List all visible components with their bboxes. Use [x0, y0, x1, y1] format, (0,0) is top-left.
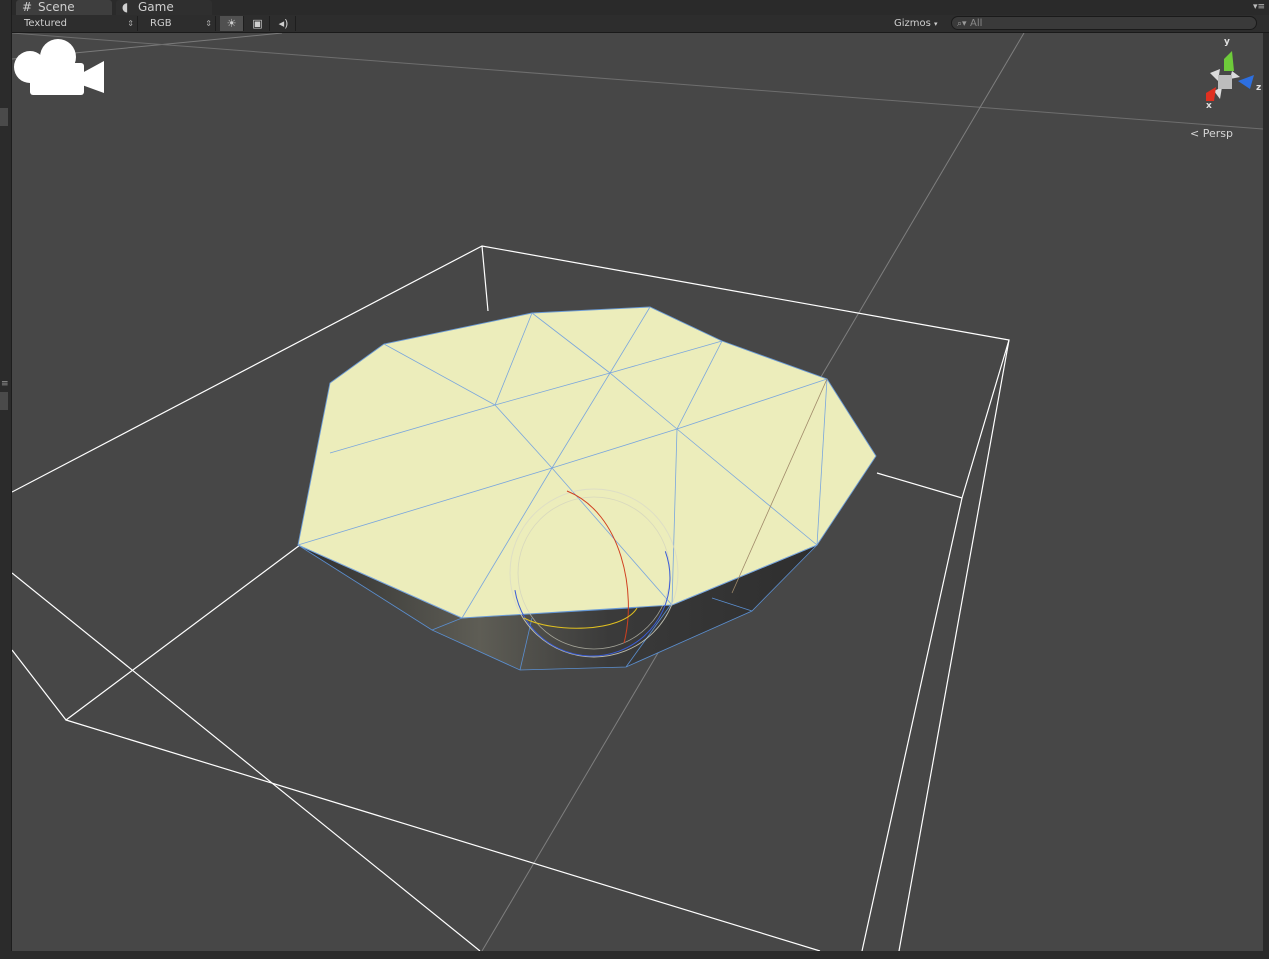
scene-fx-toggle[interactable]: ▣: [246, 16, 270, 31]
pacman-icon: ◖: [122, 0, 129, 14]
panel-menu-icon[interactable]: ≡: [1, 380, 9, 389]
speaker-icon: ◂): [278, 17, 289, 30]
tab-bar: # Scene ◖ Game ▾≡: [12, 0, 1269, 16]
hierarchy-search-input[interactable]: ⌕▾ All: [951, 16, 1257, 30]
bounds-box-edge: [861, 497, 963, 951]
bounds-box-edge: [65, 719, 821, 951]
bottom-panel-edge: [0, 951, 1269, 959]
sun-icon: ☀: [226, 17, 237, 30]
projection-label: Persp: [1202, 127, 1233, 140]
updown-arrow-icon: ⇕: [205, 19, 212, 28]
bounds-box-edge: [481, 245, 489, 312]
color-mode-value: RGB: [150, 18, 172, 29]
axis-x-label: x: [1206, 101, 1212, 111]
scene-orientation-gizmo[interactable]: y z x: [1184, 37, 1263, 121]
panel-strip: [0, 392, 8, 410]
bounds-box-edge: [12, 572, 481, 951]
color-mode-dropdown[interactable]: RGB ⇕: [138, 16, 216, 31]
scene-toolbar: Textured ⇕ RGB ⇕ ☀ ▣ ◂) Gizmos ▾ ⌕▾ All: [12, 15, 1269, 33]
panel-options-icon[interactable]: ▾≡: [1253, 2, 1265, 12]
axis-y-label: y: [1224, 37, 1230, 47]
axis-gizmo-graphic: [1206, 51, 1254, 101]
render-mode-value: Textured: [24, 18, 67, 29]
tab-game[interactable]: ◖ Game: [116, 0, 212, 15]
bounds-box-edge: [12, 544, 301, 721]
persp-icon: <: [1190, 127, 1200, 140]
chevron-down-icon: ▾: [934, 20, 938, 28]
camera-icon[interactable]: [12, 33, 106, 99]
panel-strip: [0, 108, 8, 126]
image-icon: ▣: [252, 17, 263, 30]
gizmos-label: Gizmos: [894, 18, 931, 29]
search-icon: ⌕▾: [957, 19, 967, 29]
audio-toggle[interactable]: ◂): [272, 16, 296, 31]
grid-line: [12, 33, 1263, 130]
bounds-box-edge: [898, 339, 1010, 951]
left-panel-edge: ≡: [0, 0, 12, 959]
search-placeholder: All: [970, 18, 983, 29]
updown-arrow-icon: ⇕: [127, 19, 134, 28]
projection-toggle[interactable]: < Persp: [1190, 127, 1233, 141]
axis-z-label: z: [1256, 83, 1262, 93]
right-panel-edge: [1263, 33, 1269, 959]
render-mode-dropdown[interactable]: Textured ⇕: [12, 16, 138, 31]
scene-viewport[interactable]: y z x < Persp: [12, 33, 1263, 951]
tab-label: Scene: [38, 0, 75, 14]
gizmos-dropdown[interactable]: Gizmos ▾: [888, 16, 944, 31]
scene-canvas: [12, 33, 1263, 951]
tab-scene[interactable]: # Scene: [16, 0, 112, 15]
grid-icon: #: [22, 0, 33, 14]
lighting-toggle[interactable]: ☀: [220, 16, 244, 31]
tab-label: Game: [138, 0, 174, 14]
